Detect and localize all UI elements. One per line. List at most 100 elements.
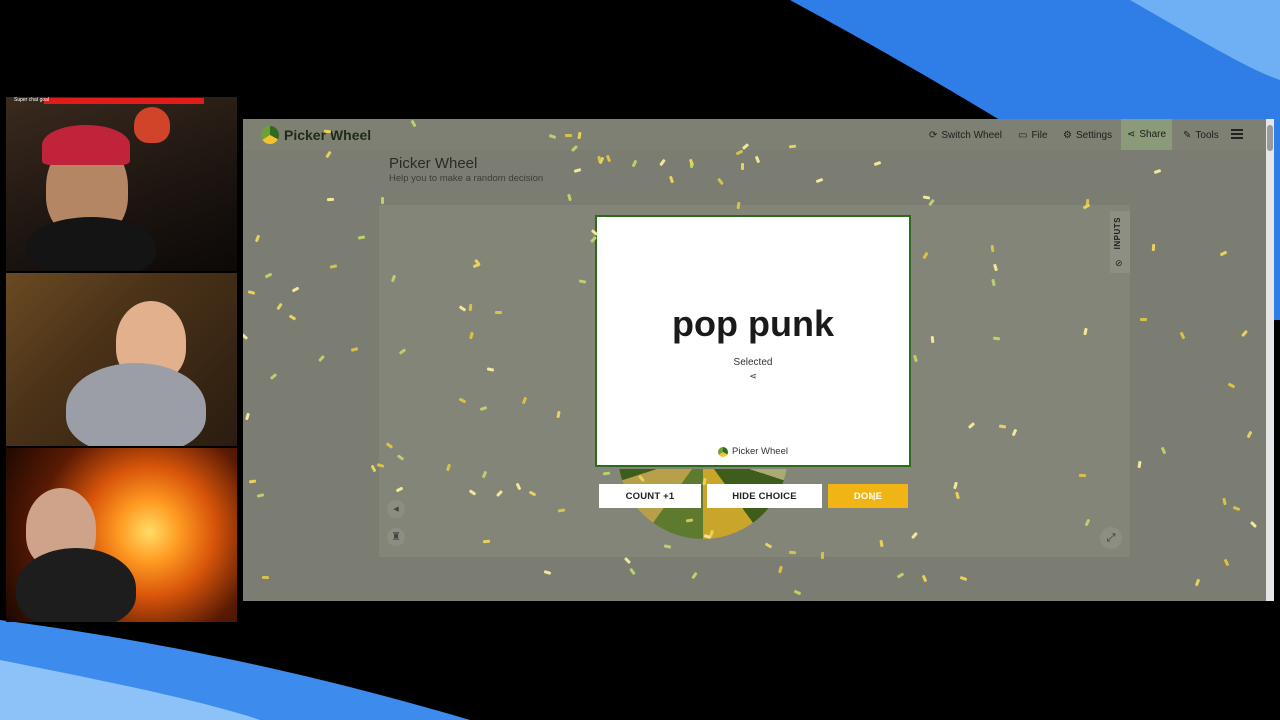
confetti-piece <box>1232 505 1241 512</box>
browser-window: Picker Wheel ⟳ Switch Wheel ▭ File ⚙ Set… <box>243 119 1274 601</box>
guest-hoodie <box>66 363 206 446</box>
confetti-piece <box>564 133 573 138</box>
confetti-piece <box>254 234 261 243</box>
goal-progress-bar <box>44 98 204 104</box>
confetti-piece <box>1179 331 1186 340</box>
webcam-host: Super chat goal <box>6 97 237 271</box>
confetti-piece <box>318 354 325 363</box>
selected-result: pop punk <box>672 303 834 344</box>
confetti-piece <box>264 272 273 279</box>
webcam-column: Super chat goal <box>6 97 237 622</box>
confetti-piece <box>631 159 638 168</box>
confetti-piece <box>1246 430 1253 439</box>
confetti-piece <box>370 464 377 473</box>
site-logo[interactable]: Picker Wheel <box>261 125 371 145</box>
confetti-piece <box>605 154 612 163</box>
confetti-piece <box>1223 558 1230 567</box>
confetti-piece <box>1151 243 1156 252</box>
gear-icon: ⚙ <box>1063 129 1072 141</box>
hide-eye-icon: ⊘ <box>1115 258 1123 268</box>
scrollbar-thumb[interactable] <box>1267 125 1273 151</box>
confetti-piece <box>245 412 250 421</box>
confetti-piece <box>1137 460 1142 469</box>
card-brand-text: Picker Wheel <box>732 446 788 457</box>
guest-2-shirt <box>16 548 136 622</box>
confetti-piece <box>261 575 270 580</box>
confetti-piece <box>325 150 332 159</box>
share-result-icon[interactable]: ⋖ <box>597 371 909 382</box>
nav-file[interactable]: ▭ File <box>1018 127 1048 143</box>
nav-label: Share <box>1139 129 1167 140</box>
confetti-piece <box>276 302 283 311</box>
webcam-guest-2 <box>6 448 237 622</box>
confetti-piece <box>381 197 384 204</box>
picker-wheel-logo-icon <box>718 446 729 457</box>
picker-wheel-logo-icon <box>261 126 279 144</box>
switch-icon: ⟳ <box>929 129 938 141</box>
confetti-piece <box>326 197 335 202</box>
confetti-piece <box>248 479 257 484</box>
page-subtitle: Help you to make a random decision <box>389 173 544 184</box>
inputs-tab-label: INPUTS <box>1113 217 1122 250</box>
hide-choice-button[interactable]: HIDE CHOICE <box>707 484 822 508</box>
confetti-piece <box>778 565 783 574</box>
confetti-piece <box>623 556 632 565</box>
sound-icon[interactable]: ◂ <box>387 500 405 518</box>
confetti-piece <box>1139 317 1148 322</box>
share-icon: ⋖ <box>1127 129 1136 140</box>
confetti-piece <box>820 551 825 560</box>
confetti-piece <box>815 177 824 184</box>
confetti-piece <box>350 347 359 352</box>
confetti-piece <box>468 303 473 312</box>
nav-switch-wheel[interactable]: ⟳ Switch Wheel <box>929 127 1002 143</box>
confetti-piece <box>256 493 265 498</box>
confetti-piece <box>1227 382 1236 389</box>
scrollbar[interactable] <box>1266 119 1274 601</box>
selected-label: Selected <box>733 357 773 368</box>
inputs-tab[interactable]: INPUTS ⊘ <box>1110 211 1130 273</box>
host-cap <box>42 125 130 165</box>
confetti-piece <box>735 149 744 156</box>
webcam-guest-1 <box>6 273 237 446</box>
fullscreen-icon[interactable]: ⤢ <box>1100 527 1122 549</box>
result-popup: pop punk Selected ⋖ Picker Wheel <box>595 215 911 467</box>
confetti-piece <box>291 286 300 293</box>
confetti-piece <box>793 589 802 596</box>
confetti-piece <box>376 463 385 468</box>
confetti-piece <box>1222 497 1227 506</box>
confetti-piece <box>921 574 928 583</box>
confetti-piece <box>247 290 256 295</box>
confetti-piece <box>754 155 761 164</box>
confetti-piece <box>1153 168 1162 175</box>
confetti-piece <box>573 168 582 173</box>
confetti-piece <box>930 335 935 344</box>
confetti-piece <box>717 177 724 186</box>
confetti-piece <box>243 333 249 340</box>
confetti-piece <box>269 373 278 380</box>
wall-sign <box>134 107 170 143</box>
confetti-piece <box>873 160 882 167</box>
confetti-piece <box>668 175 675 184</box>
nav-tools[interactable]: ✎ Tools <box>1183 127 1219 143</box>
confetti-piece <box>922 195 931 200</box>
confetti-piece <box>1249 520 1258 529</box>
confetti-piece <box>629 567 636 576</box>
confetti-piece <box>494 310 503 315</box>
confetti-piece <box>1194 578 1201 587</box>
confetti-piece <box>1078 473 1087 478</box>
nav-settings[interactable]: ⚙ Settings <box>1063 127 1112 143</box>
confetti-piece <box>357 235 366 240</box>
confetti-piece <box>1241 329 1248 338</box>
hamburger-menu-icon[interactable] <box>1231 129 1243 139</box>
nav-share[interactable]: ⋖ Share <box>1121 119 1173 150</box>
confetti-piece <box>959 575 968 582</box>
confetti-piece <box>567 193 572 202</box>
trophy-icon[interactable]: ♜ <box>387 528 405 546</box>
nav-label: Settings <box>1075 129 1113 141</box>
confetti-piece <box>323 129 332 134</box>
count-plus-one-button[interactable]: COUNT +1 <box>599 484 701 508</box>
confetti-piece <box>543 570 552 575</box>
confetti-piece <box>288 314 297 321</box>
confetti-piece <box>1160 446 1167 455</box>
confetti-piece <box>741 163 744 170</box>
